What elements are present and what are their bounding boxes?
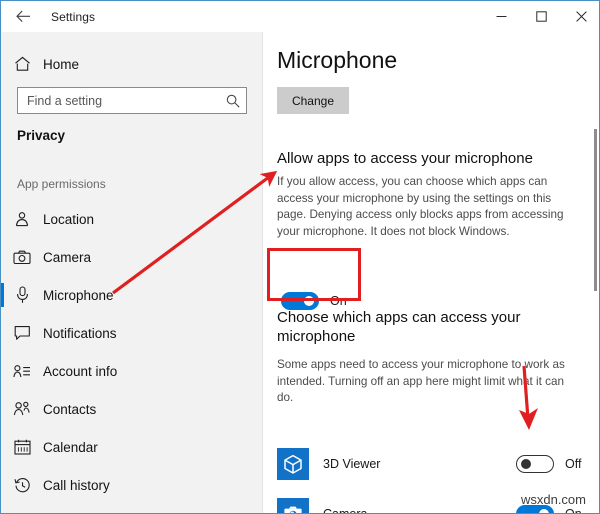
calendar-icon — [1, 439, 43, 455]
sidebar-item-calendar[interactable]: Calendar — [1, 428, 263, 466]
window-controls — [481, 1, 600, 32]
allow-access-description: If you allow access, you can choose whic… — [277, 174, 572, 240]
sidebar-item-home[interactable]: Home — [1, 49, 263, 79]
window-title: Settings — [51, 10, 95, 24]
sidebar-item-location[interactable]: Location — [1, 200, 263, 238]
minimize-icon[interactable] — [481, 1, 521, 32]
sidebar-item-calendar-label: Calendar — [43, 440, 98, 455]
page-title: Microphone — [277, 47, 397, 74]
close-icon[interactable] — [561, 1, 600, 32]
toggle-knob — [521, 459, 531, 469]
search-icon[interactable] — [220, 88, 246, 113]
sidebar-item-home-label: Home — [43, 57, 79, 72]
sidebar-nav-list: Location Camera — [1, 200, 263, 504]
app-toggle-label: On — [565, 507, 589, 514]
app-toggle-label: Off — [565, 457, 589, 471]
main-content: Microphone Change Allow apps to access y… — [264, 32, 600, 514]
sidebar: Home Privacy App permissions — [1, 32, 263, 514]
app-list-item: 3D Viewer Off — [277, 444, 589, 484]
allow-access-heading: Allow apps to access your microphone — [277, 150, 577, 169]
camera-app-icon — [277, 498, 309, 514]
sidebar-item-call-history-label: Call history — [43, 478, 110, 493]
change-button[interactable]: Change — [277, 87, 349, 114]
microphone-icon — [1, 286, 43, 304]
call-history-icon — [1, 477, 43, 494]
choose-apps-description: Some apps need to access your microphone… — [277, 357, 572, 407]
search-box[interactable] — [17, 87, 247, 114]
maximize-icon[interactable] — [521, 1, 561, 32]
location-icon — [1, 211, 43, 228]
sidebar-item-contacts[interactable]: Contacts — [1, 390, 263, 428]
choose-apps-heading: Choose which apps can access your microp… — [277, 309, 577, 347]
app-name: Camera — [323, 507, 516, 514]
cube-icon — [277, 448, 309, 480]
title-bar: Settings — [1, 1, 600, 32]
sidebar-item-microphone[interactable]: Microphone — [1, 276, 263, 314]
sidebar-item-account-info-label: Account info — [43, 364, 117, 379]
microphone-access-toggle-row: On — [281, 292, 347, 310]
camera-icon — [1, 250, 43, 265]
settings-window: Settings — [0, 0, 600, 514]
microphone-access-toggle[interactable] — [281, 292, 319, 310]
search-input[interactable] — [18, 94, 220, 108]
sidebar-item-contacts-label: Contacts — [43, 402, 96, 417]
sidebar-item-location-label: Location — [43, 212, 94, 227]
home-icon — [1, 56, 43, 72]
watermark: wsxdn.com — [521, 492, 586, 507]
back-arrow-icon[interactable] — [1, 1, 45, 32]
app-name: 3D Viewer — [323, 457, 516, 471]
sidebar-item-call-history[interactable]: Call history — [1, 466, 263, 504]
toggle-knob — [539, 509, 549, 514]
toggle-knob — [304, 296, 314, 306]
sidebar-item-notifications[interactable]: Notifications — [1, 314, 263, 352]
account-info-icon — [1, 364, 43, 379]
sidebar-category-title: Privacy — [17, 128, 65, 143]
sidebar-item-notifications-label: Notifications — [43, 326, 117, 341]
notification-icon — [1, 325, 43, 341]
app-toggle-wrap: Off — [516, 455, 589, 473]
sidebar-item-account-info[interactable]: Account info — [1, 352, 263, 390]
app-toggle-3d-viewer[interactable] — [516, 455, 554, 473]
microphone-access-toggle-label: On — [330, 294, 347, 308]
scrollbar-thumb[interactable] — [594, 129, 597, 291]
sidebar-item-microphone-label: Microphone — [43, 288, 114, 303]
sidebar-group-header: App permissions — [17, 177, 106, 191]
sidebar-item-camera-label: Camera — [43, 250, 91, 265]
sidebar-item-camera[interactable]: Camera — [1, 238, 263, 276]
contacts-icon — [1, 401, 43, 417]
